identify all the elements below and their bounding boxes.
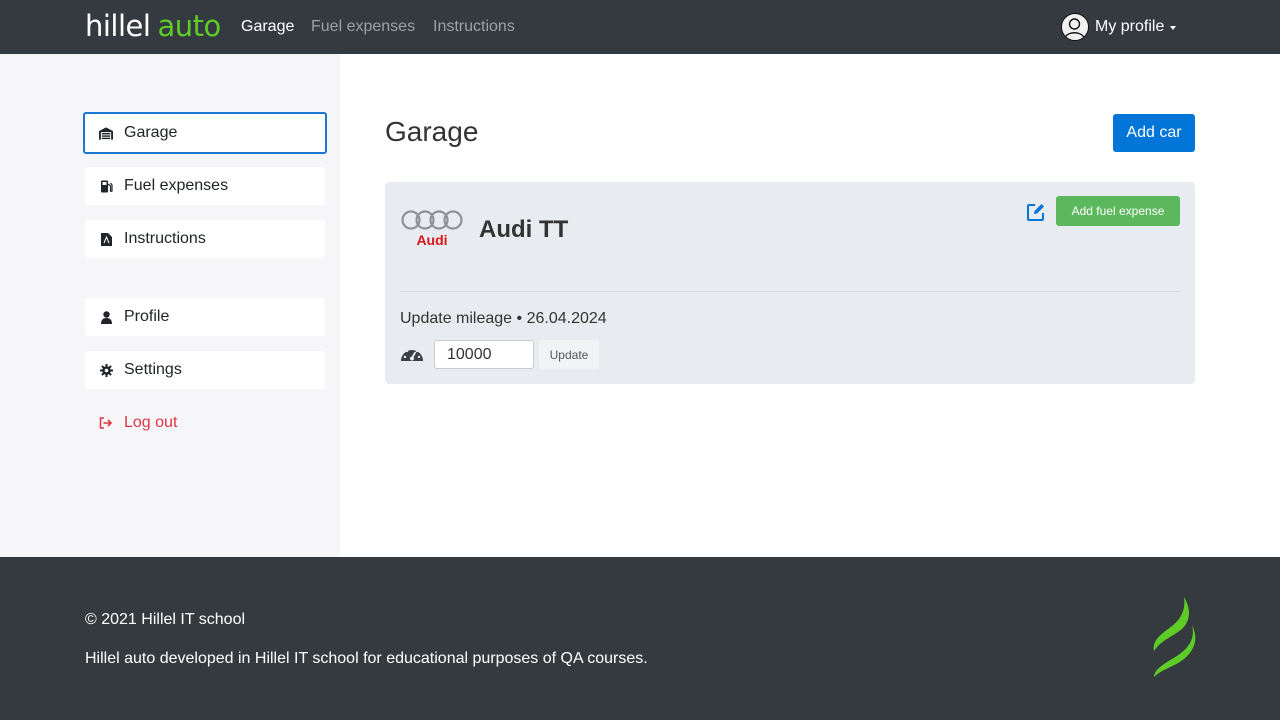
sidebar-item-profile[interactable]: Profile xyxy=(85,298,325,336)
logo-text-main: hillel xyxy=(85,9,151,43)
sidebar-item-label: Settings xyxy=(124,361,182,378)
speedometer-icon xyxy=(400,344,424,364)
hillel-auto-logo[interactable]: hillel auto xyxy=(85,9,221,43)
user-avatar-icon xyxy=(1064,18,1085,39)
audi-logo: Audi xyxy=(401,209,465,249)
mileage-date: 26.04.2024 xyxy=(526,310,607,327)
garage-icon xyxy=(99,126,113,140)
sidebar-item-settings[interactable]: Settings xyxy=(85,351,325,389)
update-mileage-button[interactable]: Update xyxy=(539,340,599,369)
sidebar-item-instructions[interactable]: Instructions xyxy=(85,220,325,258)
nav-instructions[interactable]: Instructions xyxy=(433,18,515,36)
mileage-separator: • xyxy=(516,310,527,327)
sidebar-item-garage[interactable]: Garage xyxy=(83,112,327,154)
sidebar-item-logout[interactable]: Log out xyxy=(85,404,325,442)
sidebar-item-fuel-expenses[interactable]: Fuel expenses xyxy=(85,167,325,205)
top-navbar: hillel auto Garage Fuel expenses Instruc… xyxy=(0,0,1280,54)
footer: © 2021 Hillel IT school Hillel auto deve… xyxy=(0,557,1280,720)
add-car-button[interactable]: Add car xyxy=(1113,114,1195,152)
sidebar-item-label: Fuel expenses xyxy=(124,177,229,194)
sidebar-item-label: Profile xyxy=(124,308,170,325)
mileage-label-text: Update mileage xyxy=(400,310,513,327)
sidebar-item-label: Log out xyxy=(124,414,178,431)
edit-icon[interactable] xyxy=(1026,202,1046,222)
chevron-down-icon xyxy=(1170,26,1177,30)
my-profile-dropdown[interactable]: My profile xyxy=(1061,13,1177,41)
pdf-file-icon xyxy=(99,232,113,246)
update-mileage-label: Update mileage • 26.04.2024 xyxy=(400,310,607,328)
nav-fuel-expenses[interactable]: Fuel expenses xyxy=(311,18,415,36)
hillel-flame-logo-icon xyxy=(1150,597,1198,679)
car-card: Audi Audi TT Add fuel expense Update mil… xyxy=(385,182,1195,384)
gear-icon xyxy=(99,363,113,377)
sidebar-item-label: Instructions xyxy=(124,230,206,247)
audi-logo-text: Audi xyxy=(416,232,447,248)
avatar xyxy=(1061,13,1089,41)
my-profile-label: My profile xyxy=(1095,18,1165,35)
page-title: Garage xyxy=(385,116,479,147)
sign-out-icon xyxy=(99,416,113,430)
sidebar-item-label: Garage xyxy=(124,124,178,141)
car-name: Audi TT xyxy=(479,216,569,243)
user-icon xyxy=(99,310,113,324)
nav-garage[interactable]: Garage xyxy=(241,18,294,36)
add-fuel-expense-button[interactable]: Add fuel expense xyxy=(1056,196,1180,226)
card-divider xyxy=(400,291,1180,292)
footer-description: Hillel auto developed in Hillel IT schoo… xyxy=(85,650,648,667)
footer-copyright: © 2021 Hillel IT school xyxy=(85,611,246,628)
fuel-pump-icon xyxy=(99,179,113,193)
mileage-input[interactable] xyxy=(434,340,534,369)
logo-text-accent: auto xyxy=(157,9,221,43)
